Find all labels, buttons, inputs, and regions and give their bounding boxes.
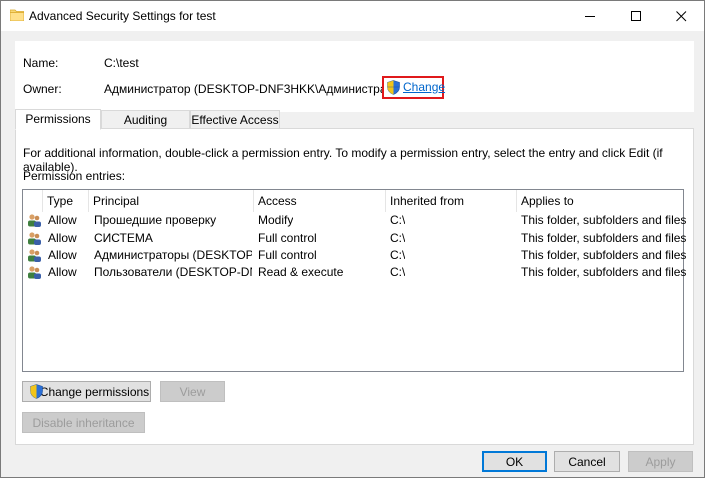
- disable-inheritance-button[interactable]: Disable inheritance: [22, 412, 145, 433]
- owner-label: Owner:: [23, 82, 62, 96]
- entry-access: Full control: [258, 248, 317, 262]
- table-row[interactable]: Allow Прошедшие проверку Modify C:\ This…: [23, 212, 687, 229]
- minimize-icon: [584, 15, 595, 17]
- entry-applies-to: This folder, subfolders and files: [521, 265, 687, 279]
- table-row[interactable]: Allow Администраторы (DESKTOP-... Full c…: [23, 247, 687, 264]
- column-header-applies-to[interactable]: Applies to: [517, 190, 683, 212]
- entry-type: Allow: [48, 213, 77, 227]
- header-panel: [15, 41, 694, 112]
- uac-shield-icon: [30, 384, 43, 399]
- uac-shield-icon: [387, 80, 400, 95]
- entry-type: Allow: [48, 231, 77, 245]
- entry-applies-to: This folder, subfolders and files: [521, 231, 687, 245]
- entry-principal: Пользователи (DESKTOP-DN...: [94, 265, 252, 279]
- advanced-security-settings-window: Advanced Security Settings for test Name…: [0, 0, 705, 478]
- folder-icon: [10, 9, 24, 21]
- column-header-type[interactable]: Type: [43, 190, 89, 212]
- users-group-icon: [28, 232, 41, 245]
- column-header-principal[interactable]: Principal: [89, 190, 254, 212]
- entry-inherited-from: C:\: [390, 213, 406, 227]
- users-group-icon: [28, 214, 41, 227]
- entry-principal: СИСТЕМА: [94, 231, 153, 245]
- permission-entries-label: Permission entries:: [23, 169, 126, 183]
- close-button[interactable]: [658, 1, 704, 31]
- maximize-button[interactable]: [613, 1, 659, 31]
- entry-applies-to: This folder, subfolders and files: [521, 248, 687, 262]
- name-label: Name:: [23, 56, 59, 70]
- cancel-button[interactable]: Cancel: [554, 451, 620, 472]
- permission-entries-list[interactable]: Type Principal Access Inherited from App…: [22, 189, 687, 372]
- maximize-icon: [630, 10, 641, 21]
- tab-permissions[interactable]: Permissions: [15, 109, 101, 130]
- close-icon: [675, 10, 686, 21]
- entry-access: Read & execute: [258, 265, 344, 279]
- table-row[interactable]: Allow Пользователи (DESKTOP-DN... Read &…: [23, 264, 687, 281]
- column-header-icon[interactable]: [23, 190, 43, 212]
- owner-value: Администратор (DESKTOP-DNF3HKK\Администр…: [104, 82, 409, 96]
- view-button[interactable]: View: [160, 381, 225, 402]
- entry-principal: Администраторы (DESKTOP-...: [94, 248, 252, 262]
- entry-type: Allow: [48, 265, 77, 279]
- entry-inherited-from: C:\: [390, 265, 406, 279]
- ok-button[interactable]: OK: [482, 451, 547, 472]
- entry-applies-to: This folder, subfolders and files: [521, 213, 687, 227]
- entry-access: Full control: [258, 231, 317, 245]
- window-title: Advanced Security Settings for test: [29, 9, 216, 23]
- users-group-icon: [28, 266, 41, 279]
- entry-type: Allow: [48, 248, 77, 262]
- info-text: For additional information, double-click…: [23, 146, 663, 174]
- entry-principal: Прошедшие проверку: [94, 213, 217, 227]
- entry-inherited-from: C:\: [390, 248, 406, 262]
- entry-inherited-from: C:\: [390, 231, 406, 245]
- change-link-text[interactable]: Change: [403, 80, 445, 94]
- users-group-icon: [28, 249, 41, 262]
- column-header-access[interactable]: Access: [254, 190, 386, 212]
- apply-button[interactable]: Apply: [628, 451, 693, 472]
- entry-access: Modify: [258, 213, 294, 227]
- change-permissions-label: Change permissions: [39, 385, 150, 399]
- change-owner-link[interactable]: Change: [382, 76, 445, 99]
- tab-effective-access[interactable]: Effective Access: [190, 110, 280, 129]
- title-bar[interactable]: Advanced Security Settings for test: [1, 1, 704, 31]
- change-permissions-button[interactable]: Change permissions: [22, 381, 151, 402]
- tab-auditing[interactable]: Auditing: [101, 110, 190, 129]
- table-row[interactable]: Allow СИСТЕМА Full control C:\ This fold…: [23, 230, 687, 247]
- name-value: C:\test: [104, 56, 139, 70]
- minimize-button[interactable]: [567, 1, 613, 31]
- column-header-inherited-from[interactable]: Inherited from: [386, 190, 517, 212]
